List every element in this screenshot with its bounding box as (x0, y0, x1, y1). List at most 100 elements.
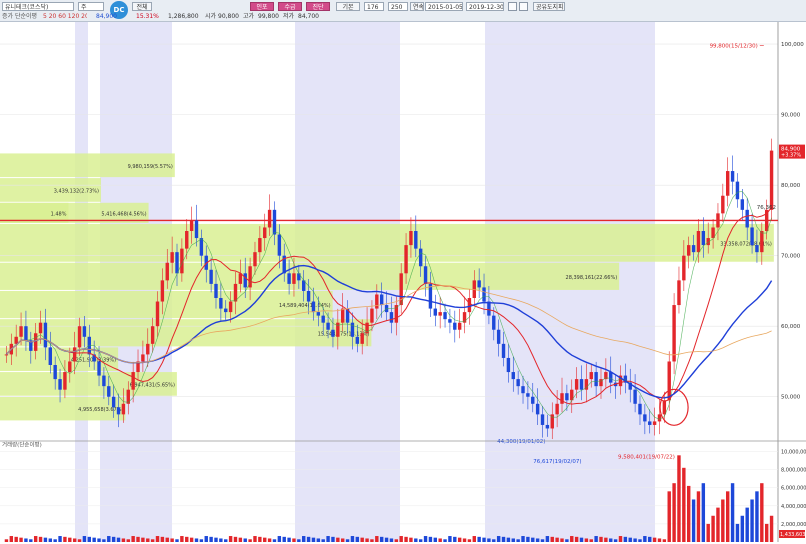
volume-bar (716, 507, 720, 542)
volume-bar (194, 538, 199, 542)
sub-indicator-label: 증가 단순이평 (2, 13, 38, 20)
volume-bar (755, 491, 759, 542)
candle-body (263, 227, 267, 239)
candle-body (121, 403, 126, 415)
candle-body (389, 312, 394, 323)
volume-tick-label: 6,000,000 (781, 486, 806, 492)
candle-body (418, 248, 423, 267)
volume-bar (506, 537, 511, 542)
volume-tick-label: 8,000,000 (781, 468, 806, 474)
candle-body (277, 234, 282, 256)
tab-diagnosis[interactable]: 진단 (306, 2, 330, 11)
candle-body (53, 365, 57, 380)
volume-bar (155, 536, 160, 542)
low-label: 저가 (283, 13, 295, 20)
volume-profile-label: 4,955,658(3.67%) (78, 407, 123, 413)
volume-bar (189, 537, 194, 542)
candle-body (482, 287, 486, 302)
volume-bar (326, 536, 330, 542)
volume-bar (657, 538, 662, 542)
volume-bar (214, 537, 218, 542)
volume-bar (496, 536, 501, 542)
volume-bar (428, 536, 433, 542)
stock-chart[interactable]: 50,000 60,000 70,000 80,000 90,000 100,000 9,9… (0, 22, 806, 544)
tab-supply[interactable]: 수급 (278, 2, 302, 11)
tab-info[interactable]: 인포 (250, 2, 274, 11)
settings-icon[interactable] (519, 2, 528, 11)
stock-title[interactable]: 유니테크(코스닥) (2, 2, 74, 11)
volume-bar (682, 467, 686, 542)
volume-bar (204, 536, 208, 542)
tab-basic[interactable]: 기본 (336, 2, 360, 11)
volume-bar (97, 538, 101, 542)
candle-body (24, 326, 28, 341)
volume-bar (24, 538, 28, 542)
candle-body (370, 308, 374, 323)
candle-body (116, 407, 121, 415)
candle-body (438, 312, 442, 316)
volume-bar (258, 536, 262, 542)
high-value: 90,800 (218, 13, 239, 20)
candle-body (579, 379, 584, 390)
volume-bar (589, 539, 593, 542)
period-mode[interactable]: 주 (78, 2, 104, 11)
end-date-input[interactable]: 2019-12-30 (466, 2, 504, 11)
volume-bar (170, 538, 174, 542)
volume-bar (735, 523, 740, 542)
candle-body (409, 231, 413, 246)
candle-body (306, 290, 311, 302)
volume-bar (516, 539, 520, 542)
volume-bar (68, 537, 72, 542)
volume-bar (126, 539, 130, 542)
candle-body (423, 266, 428, 284)
tab-all[interactable]: 전체 (132, 2, 152, 11)
volume-bar (706, 523, 710, 542)
candle-body (433, 308, 438, 316)
candle-body (224, 308, 228, 313)
candle-body (189, 220, 194, 231)
open-label: 시가 (205, 13, 217, 20)
start-date-input[interactable]: 2015-01-05 (425, 2, 463, 11)
candle-body (233, 283, 238, 302)
volume-bar (267, 538, 272, 542)
qty-input-2[interactable]: 250 (388, 2, 408, 11)
candle-body (555, 403, 559, 415)
volume-bar (535, 538, 540, 542)
candle-body (131, 372, 135, 390)
candle-body (111, 396, 116, 408)
share-button[interactable]: 공유도지피 (533, 2, 565, 11)
candle-body (272, 209, 277, 235)
prev-value: 84,700 (298, 13, 319, 20)
volume-bar (652, 537, 657, 542)
candle-body (33, 333, 38, 351)
volume-bar (253, 536, 257, 542)
volume-bar (306, 536, 311, 542)
candle-body (321, 315, 325, 323)
volume-bar (370, 539, 374, 542)
volume-bar (146, 538, 150, 542)
search-icon[interactable] (508, 2, 517, 11)
change-value: 15.31% (136, 13, 159, 20)
volume-bar (345, 539, 350, 542)
candle-body (501, 343, 506, 358)
volume-profile-label: 5,416,468(4.56%) (101, 211, 146, 217)
period-toggle[interactable]: 연속 (410, 2, 424, 11)
volume-bar (394, 539, 399, 542)
volume-bar (477, 536, 481, 542)
volume-bar (248, 539, 252, 542)
qty-input-1[interactable]: 176 (364, 2, 384, 11)
volume-bar (14, 536, 18, 542)
volume-bar (579, 537, 584, 542)
volume-bar (4, 539, 9, 542)
candle-body (594, 372, 598, 387)
volume-bar (38, 536, 43, 542)
y-tick-label: 80,000 (781, 183, 801, 189)
candle-body (750, 227, 754, 246)
candle-body (662, 400, 667, 415)
volume-bar (433, 537, 438, 542)
volume-bar (160, 536, 165, 542)
candle-body (38, 322, 43, 334)
volume-bar (662, 539, 667, 542)
volume-bar (141, 537, 145, 542)
volume-bar (540, 539, 545, 542)
